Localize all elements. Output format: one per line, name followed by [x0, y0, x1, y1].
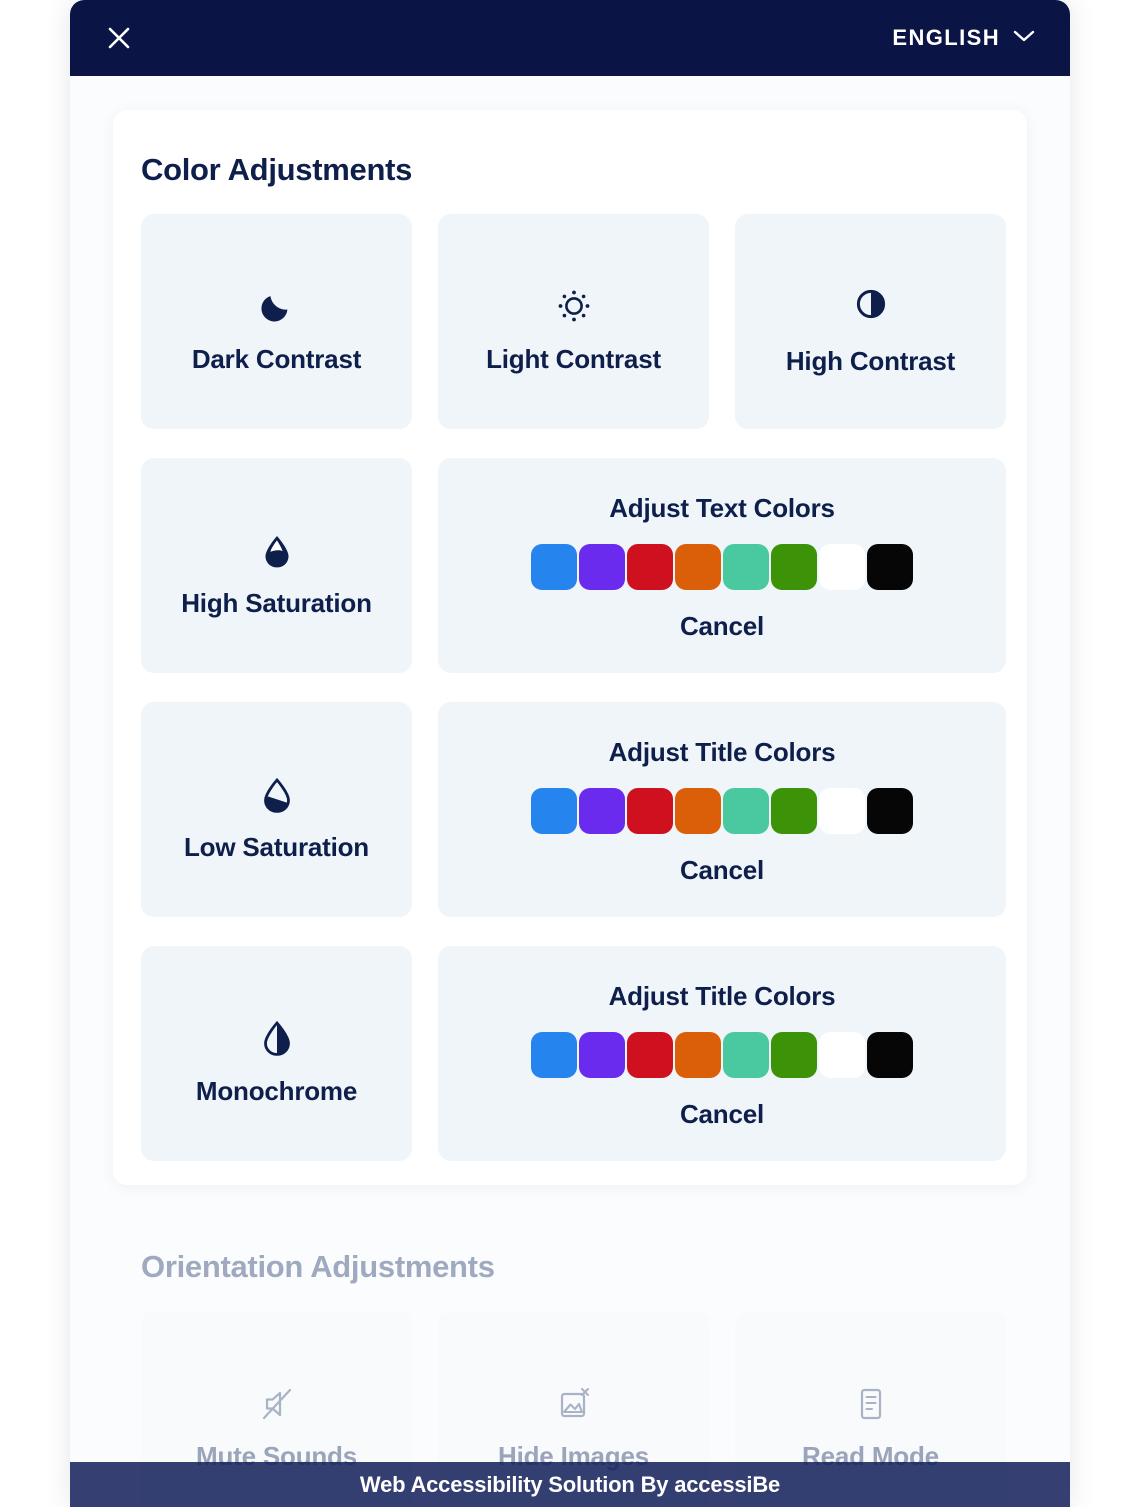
tile-low-saturation[interactable]: Low Saturation	[141, 702, 412, 917]
tile-high-contrast[interactable]: High Contrast	[735, 214, 1006, 429]
color-swatch-orange[interactable]	[675, 788, 721, 834]
color-swatch-list	[531, 544, 913, 590]
color-swatch-purple[interactable]	[579, 1032, 625, 1078]
sun-icon	[552, 268, 596, 328]
saturation-text-colors-row: High Saturation Adjust Text Colors Cance…	[141, 458, 1006, 673]
tile-label: Monochrome	[195, 1076, 358, 1106]
chevron-down-icon	[1012, 28, 1036, 49]
droplet-full-icon	[255, 513, 299, 573]
picker-cancel-button[interactable]: Cancel	[680, 855, 764, 886]
contrast-circle-icon	[849, 266, 893, 326]
language-selector[interactable]: ENGLISH	[892, 25, 1036, 51]
picker-title: Adjust Title Colors	[608, 981, 836, 1011]
color-swatch-blue[interactable]	[531, 1032, 577, 1078]
color-swatch-list	[531, 1032, 913, 1078]
picker-cancel-button[interactable]: Cancel	[680, 611, 764, 642]
mute-sound-icon	[255, 1366, 299, 1426]
color-swatch-teal[interactable]	[723, 544, 769, 590]
moon-icon	[255, 269, 299, 329]
tile-label: Low Saturation	[184, 831, 369, 862]
color-swatch-green[interactable]	[771, 544, 817, 590]
color-swatch-blue[interactable]	[531, 788, 577, 834]
color-swatch-black[interactable]	[867, 788, 913, 834]
picker-title: Adjust Text Colors	[609, 493, 835, 523]
droplet-low-icon	[255, 757, 299, 817]
tile-label: High Contrast	[785, 346, 956, 376]
color-swatch-purple[interactable]	[579, 544, 625, 590]
hide-images-icon	[552, 1366, 596, 1426]
color-swatch-list	[531, 788, 913, 834]
color-swatch-green[interactable]	[771, 788, 817, 834]
section-title-orientation-adjustments: Orientation Adjustments	[141, 1249, 495, 1284]
monochrome-title-colors-row: Monochrome Adjust Title Colors Cancel	[141, 946, 1006, 1161]
color-swatch-white[interactable]	[819, 788, 865, 834]
accessibility-widget: ENGLISH Color Adjustments Dark Contrast …	[70, 0, 1070, 1507]
widget-footer: Web Accessibility Solution By accessiBe	[70, 1462, 1070, 1507]
color-swatch-black[interactable]	[867, 544, 913, 590]
widget-header: ENGLISH	[70, 0, 1070, 76]
color-adjustments-panel: Color Adjustments Dark Contrast Light Co…	[113, 110, 1027, 1185]
color-swatch-black[interactable]	[867, 1032, 913, 1078]
adjust-title-colors-picker-2: Adjust Title Colors Cancel	[438, 946, 1006, 1161]
color-swatch-red[interactable]	[627, 1032, 673, 1078]
color-swatch-teal[interactable]	[723, 788, 769, 834]
accessibility-widget-screen: ENGLISH Color Adjustments Dark Contrast …	[0, 0, 1140, 1507]
tile-label: Light Contrast	[486, 344, 661, 374]
adjust-text-colors-picker: Adjust Text Colors Cancel	[438, 458, 1006, 673]
picker-title: Adjust Title Colors	[608, 737, 836, 767]
low-saturation-title-colors-row: Low Saturation Adjust Title Colors Cance…	[141, 702, 1006, 917]
read-mode-icon	[849, 1366, 893, 1426]
language-label: ENGLISH	[892, 25, 1000, 50]
tile-dark-contrast[interactable]: Dark Contrast	[141, 214, 412, 429]
color-swatch-red[interactable]	[627, 788, 673, 834]
tile-light-contrast[interactable]: Light Contrast	[438, 214, 709, 429]
tile-label: High Saturation	[181, 587, 372, 618]
section-title-color-adjustments: Color Adjustments	[141, 152, 413, 187]
tile-monochrome[interactable]: Monochrome	[141, 946, 412, 1161]
close-icon	[105, 24, 133, 52]
picker-cancel-button[interactable]: Cancel	[680, 1099, 764, 1130]
footer-branding-text: Web Accessibility Solution By accessiBe	[359, 1471, 781, 1497]
color-swatch-purple[interactable]	[579, 788, 625, 834]
color-swatch-white[interactable]	[819, 544, 865, 590]
color-swatch-green[interactable]	[771, 1032, 817, 1078]
tile-label: Dark Contrast	[191, 343, 362, 374]
color-swatch-teal[interactable]	[723, 1032, 769, 1078]
color-swatch-red[interactable]	[627, 544, 673, 590]
color-swatch-white[interactable]	[819, 1032, 865, 1078]
color-swatch-orange[interactable]	[675, 1032, 721, 1078]
tile-high-saturation[interactable]: High Saturation	[141, 458, 412, 673]
droplet-half-icon	[255, 1000, 299, 1060]
adjust-title-colors-picker-1: Adjust Title Colors Cancel	[438, 702, 1006, 917]
contrast-tiles-row: Dark Contrast Light Contrast High Contra…	[141, 214, 1006, 429]
color-swatch-orange[interactable]	[675, 544, 721, 590]
color-swatch-blue[interactable]	[531, 544, 577, 590]
close-button[interactable]	[102, 21, 136, 55]
